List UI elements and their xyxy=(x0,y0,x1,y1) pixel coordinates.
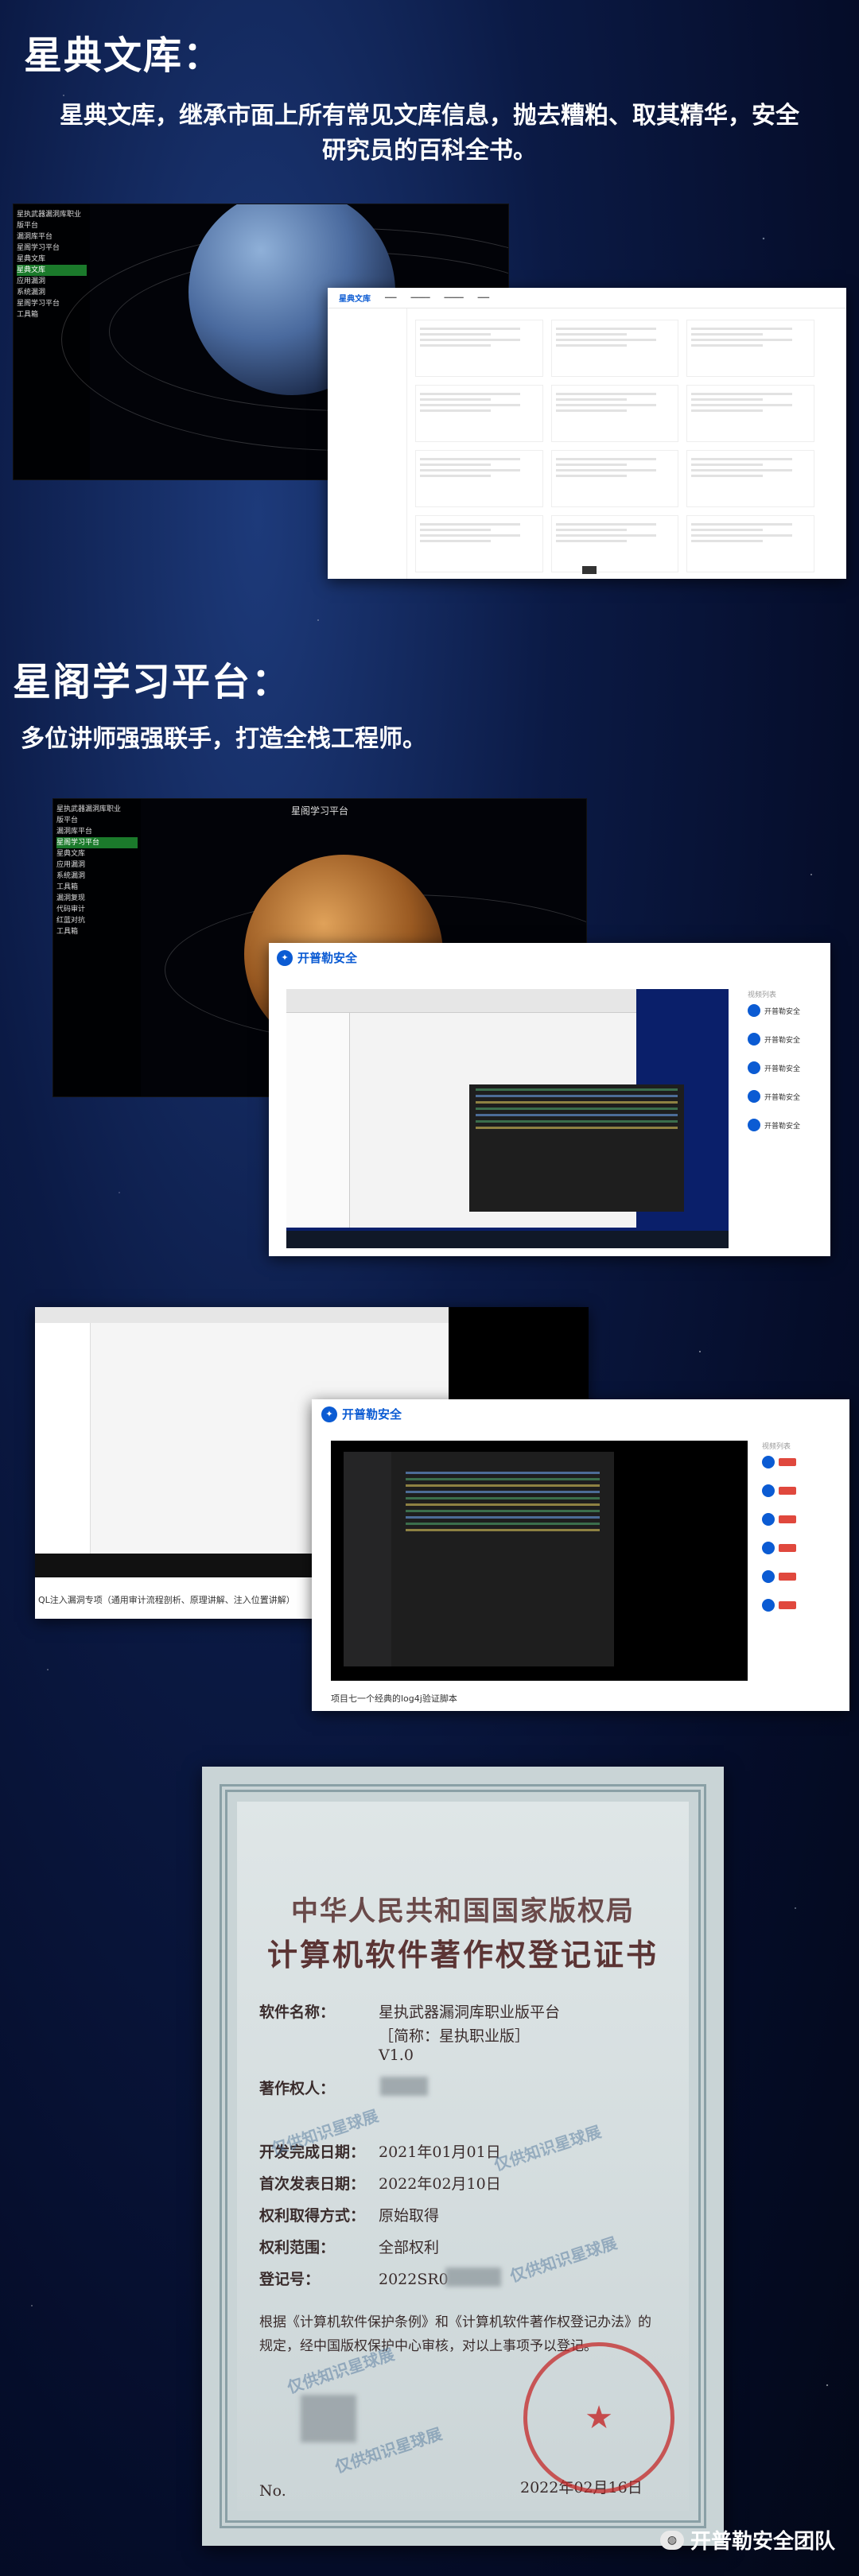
certificate-issuer: 中华人民共和国国家版权局 xyxy=(291,1895,635,1927)
related-item[interactable] xyxy=(762,1570,845,1583)
field-label: No. xyxy=(259,2482,286,2500)
section-title-library: 星典文库： xyxy=(24,33,223,78)
related-header: 视频列表 xyxy=(748,991,777,999)
library-card[interactable] xyxy=(686,450,814,507)
brand-logo[interactable]: ✦ 开普勒安全 xyxy=(321,1406,402,1422)
owner-row: 著作权人： xyxy=(259,2077,379,2098)
software-short-name: ［简称：星执职业版］ xyxy=(379,2027,531,2045)
related-item[interactable] xyxy=(762,1484,845,1497)
reg-no-row: 登记号： 2022SR0 xyxy=(259,2268,449,2289)
pagination[interactable] xyxy=(582,566,597,574)
library-card[interactable] xyxy=(550,515,679,572)
library-header: 星典文库 ━━━ ━━━━━ ━━━━━ ━━━ xyxy=(328,288,846,308)
paragraph-line-1: 根据《计算机软件保护条例》和《计算机软件著作权登记办法》的 xyxy=(259,2314,651,2330)
field-label: 著作权人： xyxy=(259,2080,336,2097)
related-item[interactable]: 开普勒安全 xyxy=(748,1033,824,1046)
subtitle-line-1: 星典文库，继承市面上所有常见文库信息，抛去糟粕、取其精华，安全 xyxy=(60,102,799,130)
brand-name: 开普勒安全 xyxy=(342,1407,402,1422)
field-value: 原始取得 xyxy=(379,2207,440,2225)
redacted-owner xyxy=(380,2077,428,2096)
library-card[interactable] xyxy=(550,450,679,507)
related-item[interactable] xyxy=(762,1513,845,1526)
wechat-icon: ◍ xyxy=(659,2530,684,2550)
field-label: 登记号： xyxy=(259,2271,321,2288)
rights-scope-row: 权利范围： 全部权利 xyxy=(259,2236,439,2257)
pub-date-row: 首次发表日期： 2022年02月10日 xyxy=(259,2172,501,2194)
redacted-qr xyxy=(301,2395,356,2442)
field-value: 星执武器漏洞库职业版平台 xyxy=(379,2004,561,2021)
taskbar xyxy=(286,1231,729,1248)
official-seal: ★ xyxy=(523,2342,674,2493)
related-item[interactable]: 开普勒安全 xyxy=(748,1004,824,1017)
related-video-list: 视频列表 xyxy=(762,1441,845,1627)
library-brand: 星典文库 xyxy=(339,295,371,304)
section-subtitle-library: 星典文库，继承市面上所有常见文库信息，抛去糟粕、取其精华，安全 研究员的百科全书… xyxy=(0,99,859,169)
cert-number-row: No. xyxy=(259,2482,286,2500)
related-item[interactable]: 开普勒安全 xyxy=(748,1090,824,1103)
redacted-reg-no xyxy=(445,2268,501,2287)
course-page-screenshot-3: ✦ 开普勒安全 视频列表 项目七一个经典的log4j验证脚本 xyxy=(312,1399,849,1711)
brand-logo[interactable]: ✦ 开普勒安全 xyxy=(277,949,357,966)
related-item[interactable]: 开普勒安全 xyxy=(748,1061,824,1074)
library-card[interactable] xyxy=(550,320,679,377)
editor-toolbar xyxy=(35,1307,449,1323)
ide-file-tree xyxy=(286,1013,350,1228)
subtitle-line-2: 研究员的百科全书。 xyxy=(322,137,537,165)
related-header: 视频列表 xyxy=(762,1443,791,1451)
field-value: 2022SR0 xyxy=(379,2271,449,2288)
field-value: 全部权利 xyxy=(379,2239,440,2256)
rights-method-row: 权利取得方式： 原始取得 xyxy=(259,2204,439,2225)
related-video-list: 视频列表 开普勒安全 开普勒安全 开普勒安全 开普勒安全 开普勒安全 xyxy=(748,989,824,1147)
library-card[interactable] xyxy=(550,385,679,442)
field-label: 软件名称： xyxy=(259,2004,336,2021)
video-caption-left: QL注入漏洞专项（通用审计流程剖析、原理讲解、注入位置讲解） xyxy=(38,1595,295,1605)
vscode-window xyxy=(344,1452,614,1666)
ide-toolbar xyxy=(286,989,636,1013)
section-title-learning: 星阁学习平台： xyxy=(13,660,292,704)
library-card[interactable] xyxy=(686,385,814,442)
certificate-title: 计算机软件著作权登记证书 xyxy=(266,1937,659,1973)
terminal-window xyxy=(469,1084,684,1212)
field-label: 权利范围： xyxy=(259,2239,336,2256)
video-caption-right: 项目七一个经典的log4j验证脚本 xyxy=(331,1693,457,1704)
code-video-player[interactable] xyxy=(331,1441,748,1681)
software-name-row: 软件名称： 星执武器漏洞库职业版平台 xyxy=(259,2000,560,2022)
related-item[interactable] xyxy=(762,1599,845,1612)
copyright-certificate: 中华人民共和国国家版权局 计算机软件著作权登记证书 软件名称： 星执武器漏洞库职业… xyxy=(202,1767,724,2546)
section-subtitle-learning: 多位讲师强强联手，打造全栈工程师。 xyxy=(21,725,426,753)
related-item[interactable]: 开普勒安全 xyxy=(748,1119,824,1131)
software-version: V1.0 xyxy=(379,2046,414,2064)
library-card[interactable] xyxy=(415,385,543,442)
related-item[interactable] xyxy=(762,1542,845,1554)
library-card[interactable] xyxy=(415,515,543,572)
vscode-explorer xyxy=(344,1452,391,1666)
library-card-grid xyxy=(415,320,814,572)
library-grid-screenshot: 星典文库 ━━━ ━━━━━ ━━━━━ ━━━ xyxy=(328,288,846,579)
kepler-logo-icon: ✦ xyxy=(321,1406,337,1422)
library-card[interactable] xyxy=(686,320,814,377)
certificate-body: 中华人民共和国国家版权局 计算机软件著作权登记证书 软件名称： 星执武器漏洞库职业… xyxy=(237,1802,689,2511)
library-card[interactable] xyxy=(415,450,543,507)
field-label: 首次发表日期： xyxy=(259,2175,366,2193)
library-card[interactable] xyxy=(415,320,543,377)
course-video-player[interactable] xyxy=(286,989,729,1248)
brand-name: 开普勒安全 xyxy=(297,951,358,965)
footer-attribution: ◍ 开普勒安全团队 xyxy=(659,2525,835,2555)
kepler-logo-icon: ✦ xyxy=(277,949,293,966)
field-value: 2021年01月01日 xyxy=(379,2143,501,2161)
library-left-panel xyxy=(328,308,407,579)
field-value: 2022年02月10日 xyxy=(379,2175,501,2193)
side-menu: 星执武器漏洞库职业 版平台 漏洞库平台 星阁学习平台 星典文库 应用漏洞 系统漏洞 工具箱漏… xyxy=(53,799,141,1096)
watermark: 仅供知识星球展 xyxy=(507,2233,620,2286)
editor-file-tree xyxy=(35,1323,91,1554)
footer-text: 开普勒安全团队 xyxy=(690,2530,835,2554)
watermark: 仅供知识星球展 xyxy=(492,2121,604,2174)
course-page-screenshot-1: ✦ 开普勒安全 视频列表 开普勒安全 开普勒安全 开普勒安全 开普勒安全 开普勒… xyxy=(269,943,830,1256)
library-card[interactable] xyxy=(686,515,814,572)
related-item[interactable] xyxy=(762,1456,845,1468)
field-label: 权利取得方式： xyxy=(259,2207,366,2225)
